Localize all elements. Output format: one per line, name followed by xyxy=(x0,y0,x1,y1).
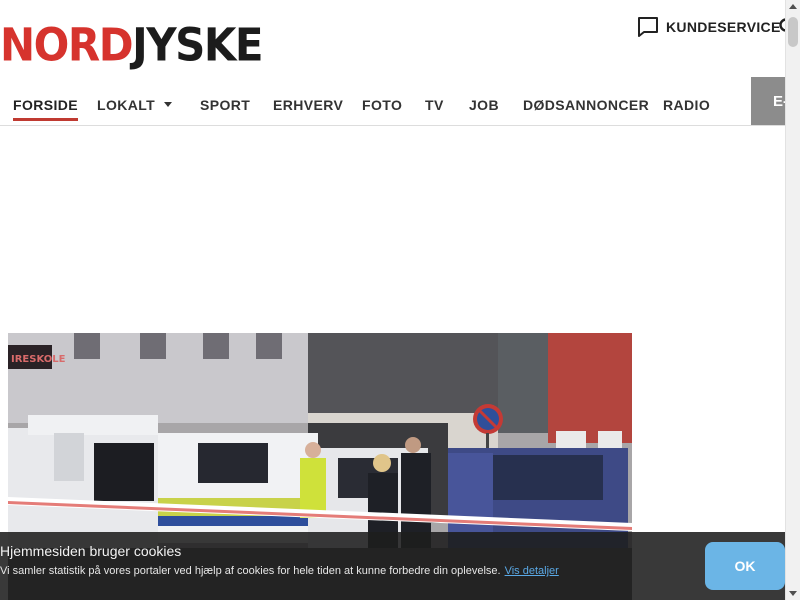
cookie-ok-button[interactable]: OK xyxy=(705,542,785,590)
cookie-banner: Hjemmesiden bruger cookies Vi samler sta… xyxy=(0,532,785,600)
scroll-up-arrow-icon[interactable] xyxy=(789,4,797,9)
chat-bubble-icon xyxy=(638,17,658,37)
kundeservice-label: KUNDESERVICE xyxy=(666,19,781,35)
nav-dodsannoncer[interactable]: DØDSANNONCER xyxy=(523,97,649,113)
nav-radio[interactable]: RADIO xyxy=(663,97,710,113)
kundeservice-link[interactable]: KUNDESERVICE xyxy=(636,15,781,39)
nordjyske-logo[interactable]: NORDJYSKE xyxy=(0,10,264,72)
nav-lokalt[interactable]: LOKALT xyxy=(97,97,173,113)
cookie-details-link[interactable]: Vis detaljer xyxy=(505,565,559,577)
e-avis-button[interactable]: E- xyxy=(751,77,786,125)
scroll-thumb[interactable] xyxy=(788,17,798,47)
nav-foto[interactable]: FOTO xyxy=(362,97,402,113)
caret-down-icon xyxy=(164,102,173,107)
nav-job[interactable]: JOB xyxy=(469,97,499,113)
cookie-title: Hjemmesiden bruger cookies xyxy=(0,543,182,559)
cookie-text: Vi samler statistik på vores portaler ve… xyxy=(0,565,559,577)
nav-sport[interactable]: SPORT xyxy=(200,97,250,113)
cookie-description: Vi samler statistik på vores portaler ve… xyxy=(0,565,501,577)
shop-sign-text: IRESKOLE xyxy=(11,354,66,365)
logo-nord: NORD xyxy=(0,18,134,72)
logo-jyske: JYSKE xyxy=(132,18,264,72)
nav-tv[interactable]: TV xyxy=(425,97,444,113)
page-scrollbar[interactable] xyxy=(785,0,800,600)
main-navigation: FORSIDE LOKALT SPORT ERHVERV FOTO TV JOB… xyxy=(0,77,800,126)
scroll-down-arrow-icon[interactable] xyxy=(789,591,797,596)
nav-forside[interactable]: FORSIDE xyxy=(13,97,79,121)
nav-lokalt-label: LOKALT xyxy=(97,97,156,113)
page: NORDJYSKE KUNDESERVICE FORSIDE LOKALT SP… xyxy=(0,0,800,600)
nav-erhverv[interactable]: ERHVERV xyxy=(273,97,343,113)
